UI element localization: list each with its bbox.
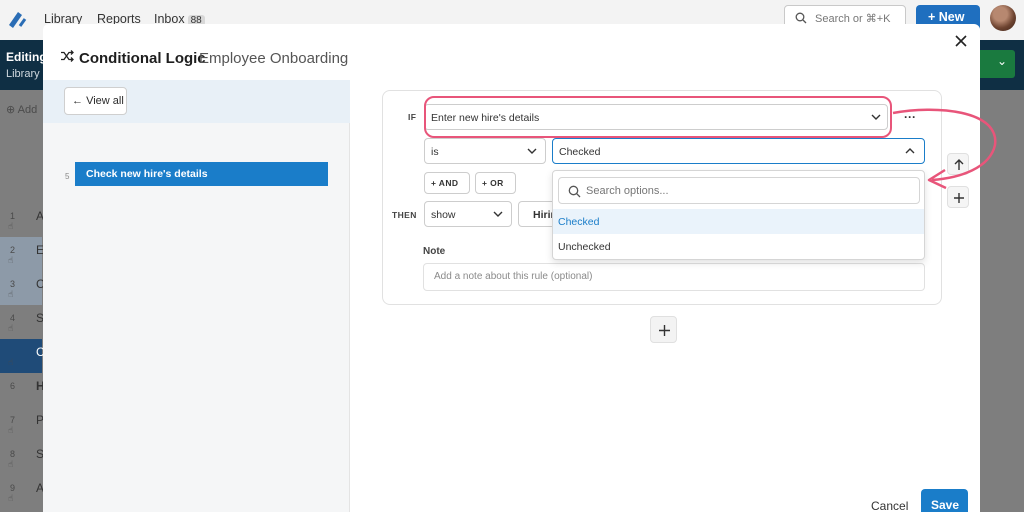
value-select-value: Checked: [559, 146, 601, 158]
plus-icon: [659, 325, 670, 336]
view-all-button[interactable]: ← View all: [64, 87, 127, 115]
publish-dropdown-button[interactable]: ⌄: [975, 50, 1015, 78]
editing-label: Editing: [6, 50, 47, 64]
step-row[interactable]: 2 ☝ E: [0, 237, 44, 271]
modal-title: Conditional Logic: [79, 50, 206, 67]
add-and-button[interactable]: + AND: [424, 172, 470, 194]
action-select-value: show: [431, 209, 456, 221]
rule-item-active[interactable]: Check new hire's details: [75, 162, 328, 186]
hand-icon: ☝: [8, 255, 14, 265]
step-row[interactable]: 1 ☝ A: [0, 203, 44, 237]
cancel-button[interactable]: Cancel: [871, 499, 908, 512]
if-label: IF: [408, 112, 417, 122]
library-breadcrumb[interactable]: Library: [6, 68, 40, 80]
plus-icon: [954, 193, 964, 203]
hand-icon: ☝: [8, 323, 14, 333]
hand-icon: ☝: [8, 493, 14, 503]
step-number: 8: [10, 449, 16, 459]
modal-header: Conditional Logic Employee Onboarding: [43, 24, 980, 80]
rules-sidebar: ← View all 5 Check new hire's details: [43, 80, 350, 512]
save-button[interactable]: Save: [921, 489, 968, 512]
step-row[interactable]: 7 ☝ P: [0, 407, 44, 441]
arrow-up-icon: [954, 159, 964, 170]
step-row[interactable]: 9 ☝ A: [0, 475, 44, 509]
view-all-label: View all: [86, 95, 124, 107]
hand-icon: ☝: [8, 289, 14, 299]
hand-icon: ☝: [8, 425, 14, 435]
chevron-down-icon: ⌄: [997, 54, 1008, 68]
step-row[interactable]: 4 ☝ S: [0, 305, 44, 339]
add-or-button[interactable]: + OR: [475, 172, 516, 194]
step-number: 7: [10, 415, 16, 425]
search-icon: [795, 12, 807, 24]
step-number: 2: [10, 245, 16, 255]
note-label: Note: [423, 246, 446, 257]
annotation-highlight-box: [424, 96, 892, 138]
hand-icon: ☝: [8, 221, 14, 231]
dropdown-option-unchecked[interactable]: Unchecked: [553, 234, 924, 259]
step-row[interactable]: 8 ☝ S: [0, 441, 44, 475]
more-options-icon[interactable]: ···: [904, 110, 916, 124]
step-number: 9: [10, 483, 16, 493]
modal-subtitle: Employee Onboarding: [199, 50, 349, 67]
step-row-active[interactable]: ☝ C: [0, 339, 45, 373]
value-select[interactable]: Checked: [552, 138, 925, 164]
step-row[interactable]: 6H: [0, 373, 45, 407]
action-select[interactable]: show: [424, 201, 512, 227]
then-label: THEN: [392, 210, 417, 220]
operator-select[interactable]: is: [424, 138, 546, 164]
search-icon: [568, 185, 581, 198]
add-step-label[interactable]: ⊕ Add: [6, 103, 37, 116]
rule-number: 5: [65, 172, 70, 181]
avatar[interactable]: [990, 5, 1016, 31]
operator-select-value: is: [431, 146, 439, 158]
chevron-up-icon: [905, 148, 915, 154]
step-number: 6: [10, 381, 16, 391]
chevron-down-icon: [493, 211, 503, 217]
move-up-button[interactable]: [947, 153, 969, 175]
step-row[interactable]: 3 ☝ C: [0, 271, 45, 305]
dropdown-search-placeholder: Search options...: [586, 185, 669, 197]
shuffle-icon: [61, 50, 74, 62]
chevron-down-icon: [527, 148, 537, 154]
dropdown-search-input[interactable]: Search options...: [558, 177, 920, 204]
app-logo[interactable]: [6, 8, 28, 30]
step-number: 1: [10, 211, 16, 221]
value-dropdown-menu: Search options... Checked Unchecked: [552, 170, 925, 260]
rules-sidebar-header: ← View all: [43, 80, 350, 123]
step-number: 4: [10, 313, 16, 323]
step-number: 3: [10, 279, 16, 289]
dropdown-option-checked[interactable]: Checked: [553, 209, 924, 234]
add-condition-button[interactable]: [947, 186, 969, 208]
hand-icon: ☝: [8, 459, 14, 469]
note-input[interactable]: Add a note about this rule (optional): [423, 263, 925, 291]
add-rule-button[interactable]: [650, 316, 677, 343]
hand-icon: ☝: [8, 357, 14, 367]
arrow-left-icon: ←: [72, 95, 83, 107]
close-icon[interactable]: [953, 33, 969, 49]
add-step-text: Add: [17, 104, 38, 116]
